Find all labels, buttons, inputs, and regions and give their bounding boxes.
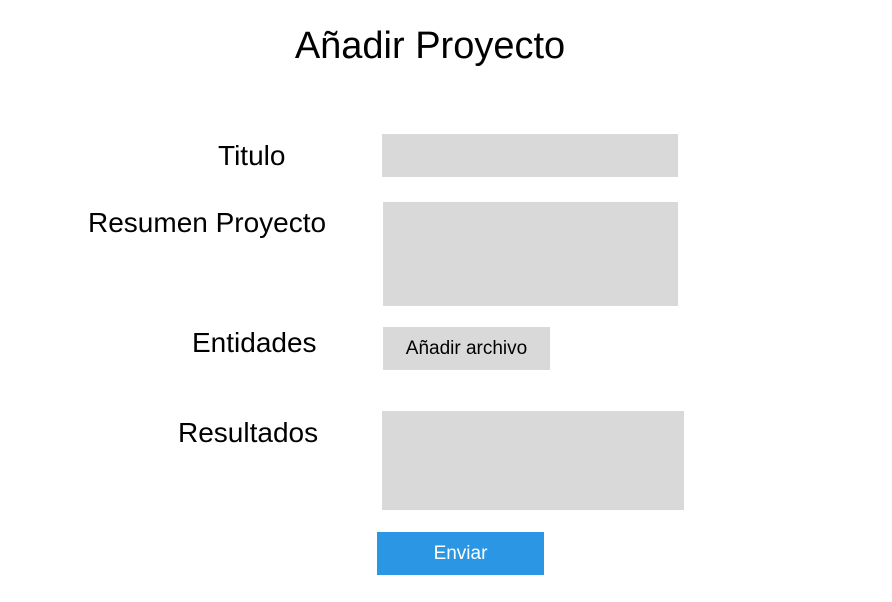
resumen-proyecto-textarea[interactable] xyxy=(383,202,678,306)
entidades-label: Entidades xyxy=(192,327,317,358)
resultados-label: Resultados xyxy=(178,417,319,448)
page-title: Añadir Proyecto xyxy=(294,25,566,67)
titulo-label: Titulo xyxy=(218,140,286,171)
resultados-textarea[interactable] xyxy=(382,411,684,510)
titulo-input[interactable] xyxy=(382,134,678,177)
resumen-proyecto-label: Resumen Proyecto xyxy=(88,207,327,238)
submit-button[interactable]: Enviar xyxy=(377,532,544,575)
add-file-button[interactable]: Añadir archivo xyxy=(383,327,550,370)
